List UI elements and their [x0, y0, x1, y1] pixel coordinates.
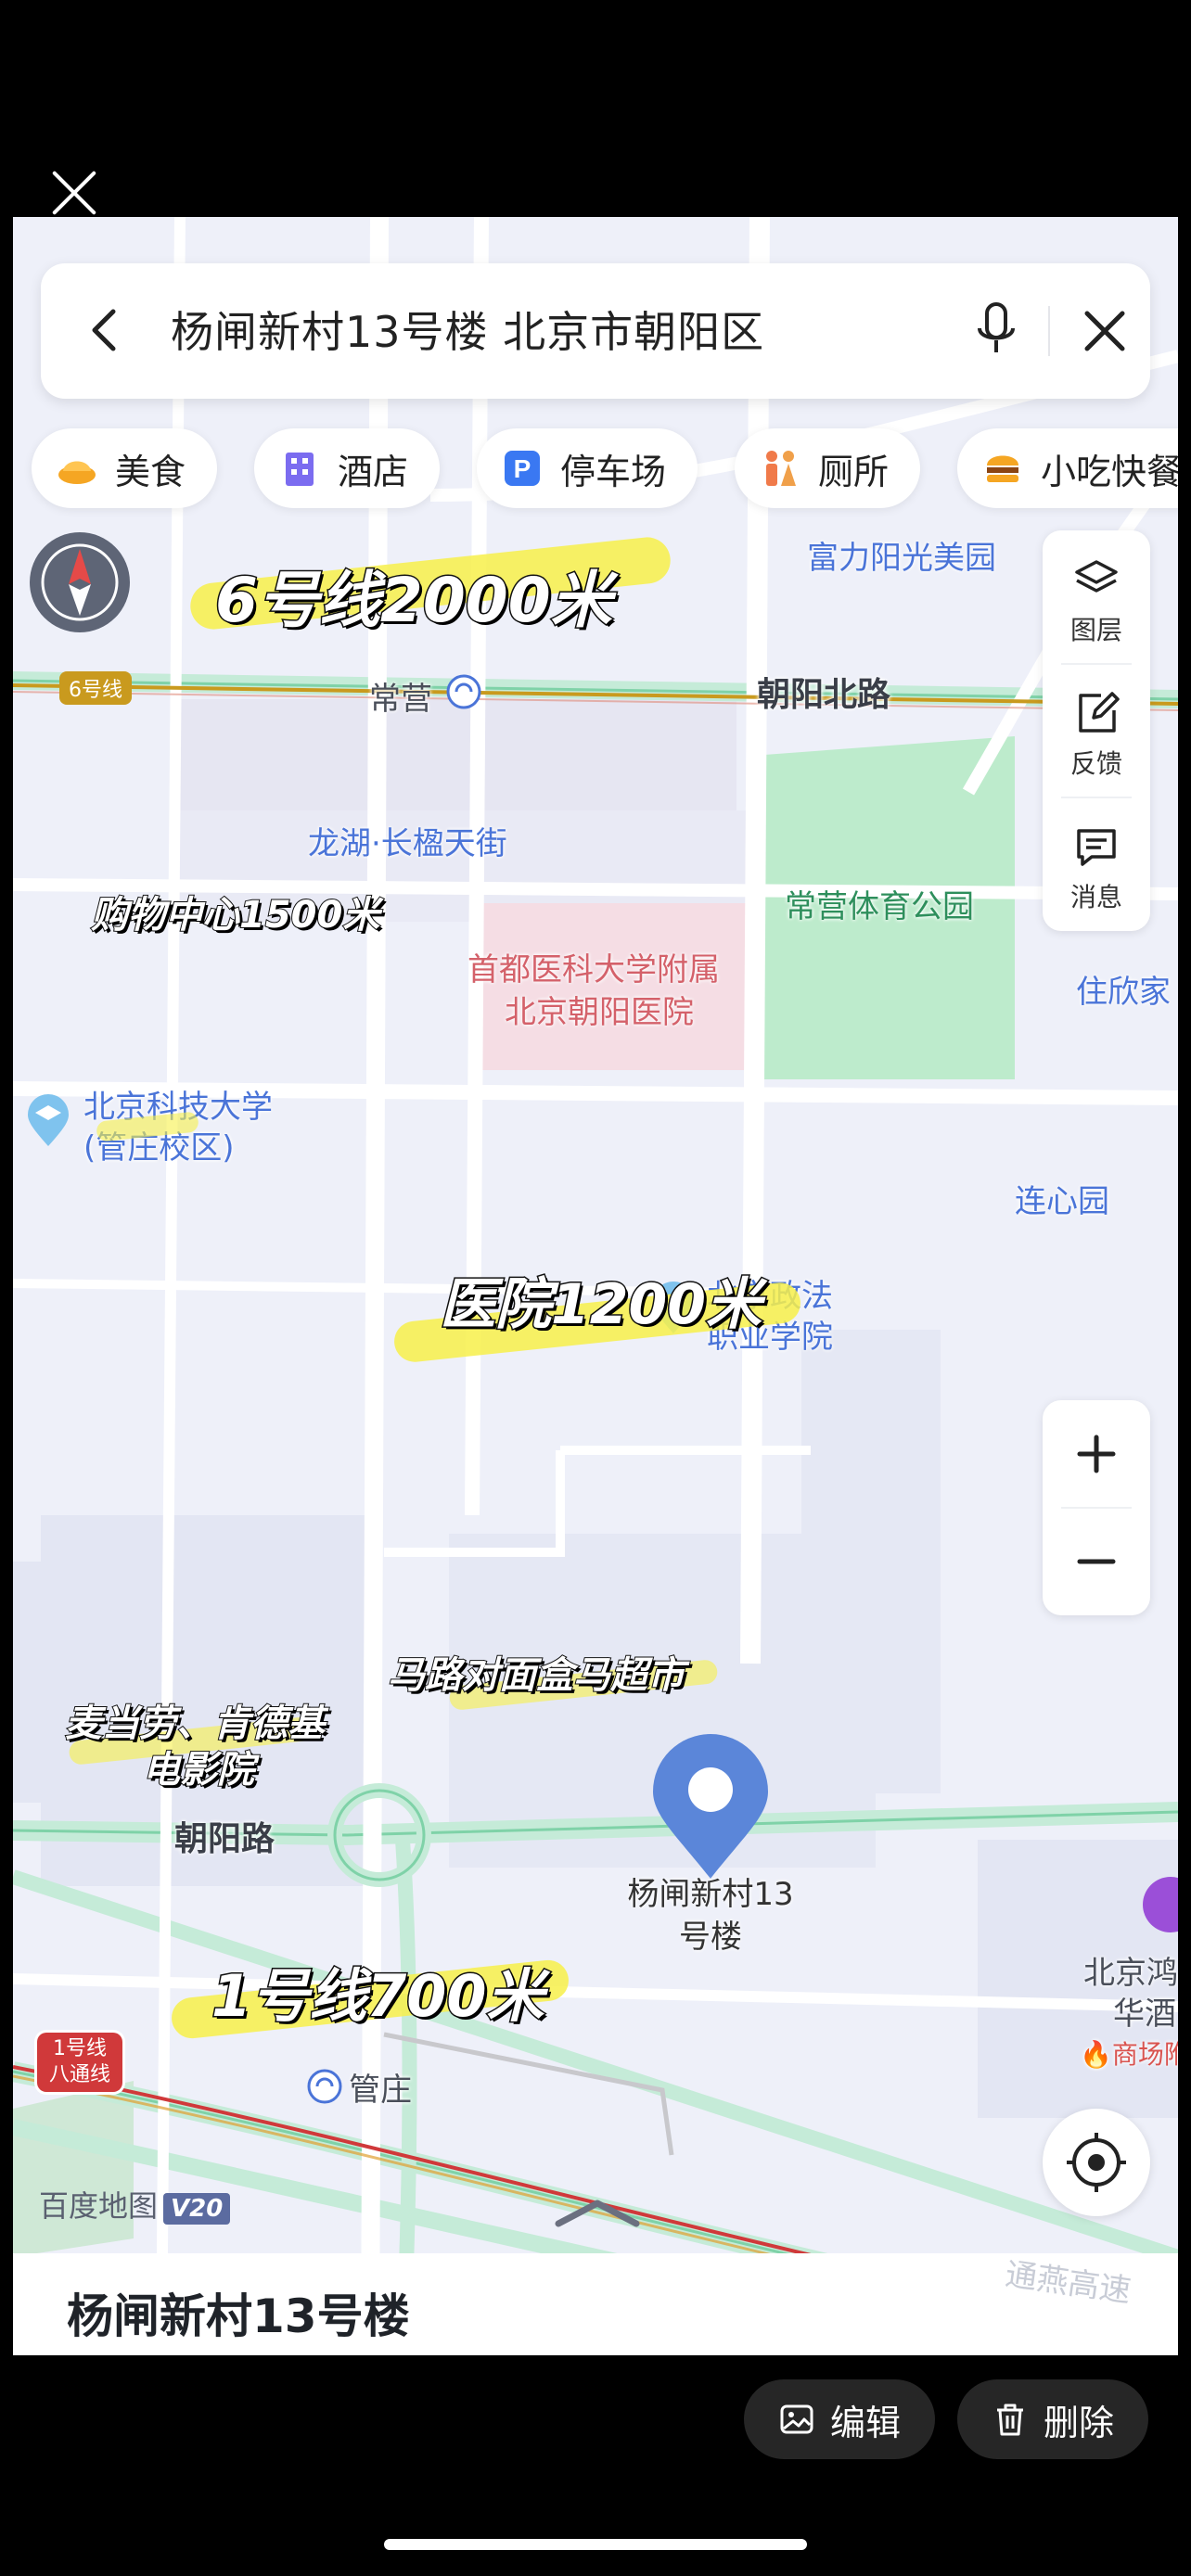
school-pin-icon — [28, 1094, 69, 1146]
search-bar[interactable]: 杨闸新村13号楼 北京市朝阳区 — [41, 263, 1150, 399]
place-label[interactable]: 华酒 — [1113, 1988, 1176, 2034]
road-label: 朝阳路 — [174, 1820, 275, 1858]
feedback-button[interactable]: 反馈 — [1043, 664, 1150, 797]
line1-badge: 1号线 八通线 — [37, 2033, 122, 2092]
zoom-in-icon[interactable] — [1043, 1400, 1150, 1508]
pin-label-line: 杨闸新村13 — [627, 1876, 794, 1913]
line1-badge-text: 八通线 — [48, 2063, 110, 2086]
category-chip-label: 美食 — [115, 451, 186, 492]
category-chip-food[interactable]: 美食 — [32, 428, 218, 508]
place-label[interactable]: 住欣家 — [1076, 966, 1171, 1012]
zoom-controls — [1043, 1400, 1150, 1615]
category-chip-label: 酒店 — [338, 451, 409, 492]
microphone-icon[interactable] — [968, 299, 1024, 363]
image-edit-icon — [780, 2404, 813, 2434]
delete-button[interactable]: 删除 — [957, 2379, 1148, 2459]
map-logo: 百度地图 V20 — [39, 2183, 231, 2225]
annotation-text: 1号线700米 — [211, 1961, 546, 2032]
feedback-icon — [1079, 692, 1120, 733]
place-label[interactable]: 首都医科大学附属 — [467, 944, 720, 989]
layers-icon — [1075, 560, 1118, 593]
place-label[interactable]: 连心园 — [1015, 1176, 1109, 1221]
parking-icon: P — [505, 451, 540, 486]
search-divider — [1048, 306, 1050, 356]
place-label[interactable]: 常营体育公园 — [785, 881, 974, 926]
compass-icon[interactable] — [30, 532, 130, 632]
map-tools-panel: 图层 反馈 消息 — [1043, 530, 1150, 931]
annotation-text: 马路对面盒马超市 — [387, 1653, 685, 1698]
category-chip-parking[interactable]: P 停车场 — [477, 428, 698, 508]
road-label: 朝阳北路 — [757, 676, 891, 714]
svg-text:P: P — [514, 454, 531, 483]
edit-button[interactable]: 编辑 — [744, 2379, 935, 2459]
zoom-out-icon[interactable] — [1043, 1508, 1150, 1615]
delete-label: 删除 — [1043, 2402, 1114, 2443]
feedback-label: 反馈 — [1069, 748, 1122, 779]
map-screenshot: 杨闸新村13号楼 北京市朝阳区 美食 酒店 P 停车场 厕所 小吃快餐 图层 反… — [13, 217, 1178, 2355]
subway-icon — [446, 674, 481, 709]
layers-button[interactable]: 图层 — [1043, 530, 1150, 664]
category-chip-label: 小吃快餐 — [1041, 451, 1178, 492]
annotation-text: 6号线2000米 — [214, 564, 614, 638]
messages-label: 消息 — [1069, 882, 1122, 912]
back-arrow-icon[interactable] — [78, 302, 134, 358]
category-chip-label: 停车场 — [560, 451, 667, 492]
category-chip-hotel[interactable]: 酒店 — [254, 428, 441, 508]
locate-me-button[interactable] — [1043, 2109, 1150, 2216]
chevron-up-icon[interactable] — [551, 2192, 644, 2229]
pin-label: 杨闸新村13 号楼 — [607, 1873, 814, 1958]
category-chip-toilet[interactable]: 厕所 — [735, 428, 921, 508]
place-label[interactable]: 富力阳光美园 — [807, 532, 996, 578]
messages-button[interactable]: 消息 — [1043, 797, 1150, 931]
place-title: 杨闸新村13号楼 — [67, 2289, 410, 2343]
search-input[interactable]: 杨闸新村13号楼 北京市朝阳区 — [171, 299, 764, 360]
message-icon — [1077, 829, 1116, 866]
mall-tag: 🔥商场附 — [1080, 2034, 1178, 2072]
fire-icon: 🔥 — [1080, 2039, 1112, 2070]
location-pin-icon[interactable] — [649, 1734, 772, 1882]
annotation-text: 医院1200米 — [439, 1271, 763, 1339]
snack-icon — [987, 455, 1018, 482]
food-icon — [58, 461, 96, 484]
trash-icon — [996, 2404, 1023, 2436]
edit-label: 编辑 — [829, 2402, 901, 2443]
place-label[interactable]: 北京朝阳医院 — [505, 987, 694, 1032]
annotation-text: 购物中心1500米 — [90, 893, 380, 937]
annotation-text: 电影院 — [142, 1748, 255, 1792]
hotel-icon — [286, 453, 314, 486]
place-label[interactable]: 龙湖·长楹天街 — [308, 818, 507, 863]
layers-label: 图层 — [1069, 615, 1122, 645]
map-logo-version: V20 — [163, 2193, 231, 2225]
mall-tag-text: 商场附 — [1111, 2039, 1178, 2070]
clear-icon[interactable] — [1080, 306, 1130, 356]
viewer-close-icon[interactable] — [48, 167, 100, 219]
line6-badge: 6号线 — [59, 671, 132, 705]
category-chip-snack[interactable]: 小吃快餐 — [957, 428, 1178, 508]
place-label[interactable]: 北京鸿 — [1083, 1947, 1178, 1993]
station-label[interactable]: 常营 — [369, 673, 432, 719]
category-chip-label: 厕所 — [818, 451, 890, 492]
station-label[interactable]: 管庄 — [349, 2064, 412, 2110]
pin-label-line: 号楼 — [679, 1919, 742, 1956]
home-indicator[interactable] — [384, 2539, 807, 2550]
line1-badge-text: 1号线 — [53, 2037, 107, 2060]
subway-icon — [307, 2069, 342, 2104]
locate-icon — [1067, 2133, 1126, 2192]
map-logo-text: 百度地图 — [39, 2188, 159, 2224]
toilet-icon — [766, 451, 796, 486]
